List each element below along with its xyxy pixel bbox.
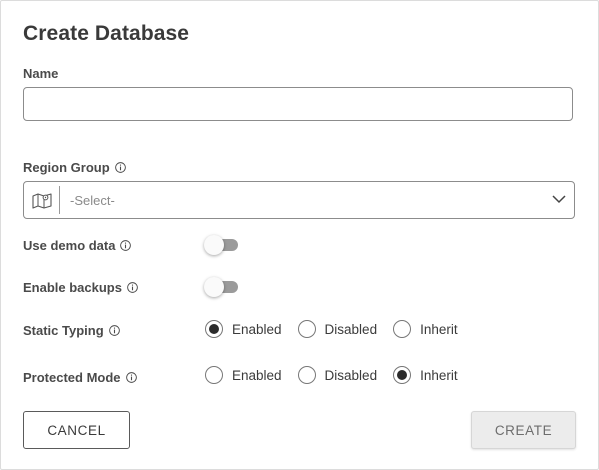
static-typing-option-inherit[interactable]: Inherit xyxy=(393,320,458,338)
static-typing-radio-group: Enabled Disabled Inherit xyxy=(205,320,458,338)
cancel-button[interactable]: CANCEL xyxy=(23,411,130,449)
radio-circle[interactable] xyxy=(393,320,412,338)
region-group-selected-value: -Select- xyxy=(70,193,115,208)
use-demo-data-toggle[interactable] xyxy=(204,235,240,255)
info-icon[interactable] xyxy=(120,240,132,251)
dialog-title: Create Database xyxy=(23,22,190,45)
toggle-knob xyxy=(204,277,224,297)
protected-mode-option-disabled[interactable]: Disabled xyxy=(297,366,378,384)
create-database-dialog: Create Database Name Region Group -Selec… xyxy=(0,0,599,470)
enable-backups-label: Enable backups xyxy=(23,280,138,295)
name-input[interactable] xyxy=(23,87,573,121)
region-group-label: Region Group xyxy=(23,160,126,175)
region-group-label-text: Region Group xyxy=(23,160,110,175)
radio-circle[interactable] xyxy=(297,320,316,338)
enable-backups-label-text: Enable backups xyxy=(23,280,122,295)
select-divider xyxy=(59,186,60,214)
radio-label: Disabled xyxy=(324,321,378,337)
radio-label: Inherit xyxy=(420,367,458,383)
static-typing-label-text: Static Typing xyxy=(23,323,104,338)
map-icon xyxy=(32,193,52,209)
name-label-text: Name xyxy=(23,66,59,81)
radio-label: Enabled xyxy=(232,321,282,337)
protected-mode-option-inherit[interactable]: Inherit xyxy=(393,366,458,384)
static-typing-option-enabled[interactable]: Enabled xyxy=(205,320,282,338)
protected-mode-label-text: Protected Mode xyxy=(23,370,121,385)
static-typing-label: Static Typing xyxy=(23,323,120,338)
info-icon[interactable] xyxy=(127,282,138,293)
protected-mode-label: Protected Mode xyxy=(23,370,137,385)
static-typing-option-disabled[interactable]: Disabled xyxy=(297,320,378,338)
radio-label: Disabled xyxy=(324,367,378,383)
radio-circle[interactable] xyxy=(205,320,223,338)
radio-label: Inherit xyxy=(420,321,458,337)
region-group-select[interactable]: -Select- xyxy=(23,181,575,219)
enable-backups-toggle[interactable] xyxy=(204,277,240,297)
info-icon[interactable] xyxy=(125,372,137,383)
info-icon[interactable] xyxy=(114,162,126,173)
protected-mode-radio-group: Enabled Disabled Inherit xyxy=(205,366,458,384)
radio-circle[interactable] xyxy=(393,366,412,384)
name-label: Name xyxy=(23,66,58,81)
use-demo-data-label: Use demo data xyxy=(23,238,132,253)
create-button[interactable]: CREATE xyxy=(471,411,576,449)
toggle-knob xyxy=(204,235,224,255)
radio-circle[interactable] xyxy=(297,366,316,384)
info-icon[interactable] xyxy=(108,325,120,336)
use-demo-data-label-text: Use demo data xyxy=(23,238,116,253)
chevron-down-icon xyxy=(552,195,566,204)
radio-label: Enabled xyxy=(232,367,282,383)
protected-mode-option-enabled[interactable]: Enabled xyxy=(205,366,282,384)
radio-circle[interactable] xyxy=(205,366,223,384)
